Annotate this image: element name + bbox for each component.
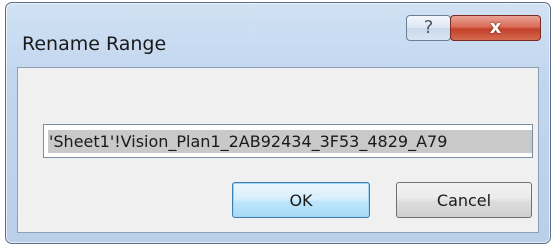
title-bar[interactable]: Rename Range ? x [6,3,550,67]
range-name-value: 'Sheet1'!Vision_Plan1_2AB92434_3F53_4829… [49,132,448,151]
dialog-title: Rename Range [22,33,167,55]
selected-text-highlight: 'Sheet1'!Vision_Plan1_2AB92434_3F53_4829… [48,130,532,153]
cancel-button[interactable]: Cancel [396,182,532,218]
close-button[interactable]: x [450,15,541,41]
help-icon: ? [423,17,434,38]
close-icon: x [489,17,502,38]
range-name-field[interactable]: 'Sheet1'!Vision_Plan1_2AB92434_3F53_4829… [43,124,533,158]
dialog-body: 'Sheet1'!Vision_Plan1_2AB92434_3F53_4829… [17,67,539,233]
ok-button[interactable]: OK [232,182,370,218]
help-button[interactable]: ? [406,15,451,41]
rename-range-dialog: Rename Range ? x 'Sheet1'!Vision_Plan1_2… [5,2,551,244]
